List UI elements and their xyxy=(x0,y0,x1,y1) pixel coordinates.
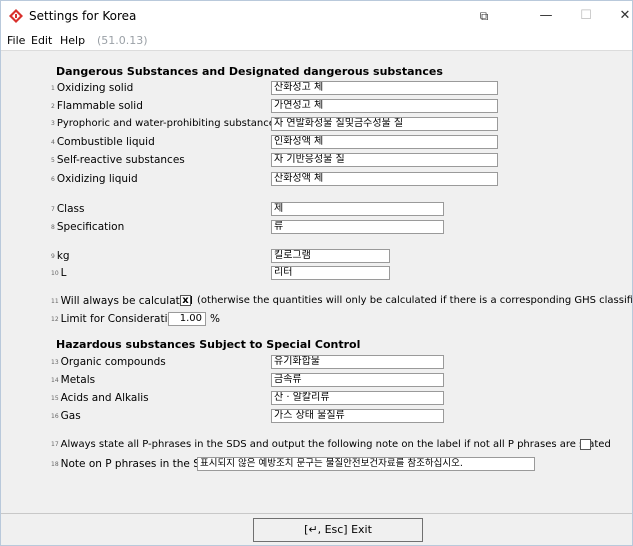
oxidizing-liquid-field[interactable]: 산화성액 체 xyxy=(271,172,498,186)
hazardous-section-heading: Hazardous substances Subject to Special … xyxy=(56,338,361,351)
limit-field[interactable]: 1.00 xyxy=(168,312,206,326)
menu-file[interactable]: File xyxy=(7,34,25,47)
always-state-pphrases-checkbox[interactable] xyxy=(580,439,591,450)
row-label-self-reactive: 5 Self-reactive substances xyxy=(51,154,185,166)
exit-button[interactable]: [↵, Esc] Exit xyxy=(253,518,423,542)
menu-bar: File Edit Help (51.0.13) xyxy=(1,31,632,51)
row-label-organic-compounds: 13 Organic compounds xyxy=(51,356,166,368)
pphrase-note-field[interactable]: 표시되지 않은 예방조치 문구는 물질안전보건자료를 참조하십시오. xyxy=(197,457,535,471)
title-bar: Settings for Korea ⧉ — ☐ ✕ xyxy=(1,1,632,31)
limit-unit: % xyxy=(210,313,220,325)
organic-compounds-field[interactable]: 유기화합물 xyxy=(271,355,444,369)
specification-field[interactable]: 류 xyxy=(271,220,444,234)
window-title: Settings for Korea xyxy=(29,9,137,23)
row-label-pphrase-note: 18 Note on P phrases in the SDS xyxy=(51,458,215,470)
row-label-always-state-pphrases: 17 Always state all P-phrases in the SDS … xyxy=(51,439,611,450)
gas-field[interactable]: 가스 상태 물질류 xyxy=(271,409,444,423)
version-label: (51.0.13) xyxy=(97,34,148,47)
class-field[interactable]: 제 xyxy=(271,202,444,216)
metals-field[interactable]: 금속류 xyxy=(271,373,444,387)
menu-edit[interactable]: Edit xyxy=(31,34,52,47)
oxidizing-solid-field[interactable]: 산화성고 체 xyxy=(271,81,498,95)
row-label-gas: 16 Gas xyxy=(51,410,81,422)
l-field[interactable]: 리터 xyxy=(271,266,390,280)
row-label-l: 10 L xyxy=(51,267,67,279)
row-label-acids-alkalis: 15 Acids and Alkalis xyxy=(51,392,149,404)
row-label-pyrophoric: 3 Pyrophoric and water-prohibiting substa… xyxy=(51,118,281,129)
row-label-combustible-liquid: 4 Combustible liquid xyxy=(51,136,155,148)
close-button[interactable]: ✕ xyxy=(612,5,632,27)
always-calculated-checkbox[interactable]: x xyxy=(180,295,191,306)
self-reactive-field[interactable]: 자 기반응성물 질 xyxy=(271,153,498,167)
row-label-kg: 9 kg xyxy=(51,250,70,262)
restore-window-icon[interactable]: ⧉ xyxy=(471,5,497,27)
pyrophoric-field[interactable]: 자 연발화성물 질및금수성물 질 xyxy=(271,117,498,131)
minimize-button[interactable]: — xyxy=(533,5,559,27)
row-label-always-calculated: 11 Will always be calculated xyxy=(51,295,193,307)
always-calculated-note: (otherwise the quantities will only be c… xyxy=(197,295,633,306)
settings-window: Settings for Korea ⧉ — ☐ ✕ File Edit Hel… xyxy=(0,0,633,546)
app-diamond-icon xyxy=(9,9,23,23)
acids-alkalis-field[interactable]: 산 · 알칼리류 xyxy=(271,391,444,405)
row-label-oxidizing-solid: 1 Oxidizing solid xyxy=(51,82,134,94)
maximize-button[interactable]: ☐ xyxy=(573,5,599,27)
row-label-flammable-solid: 2 Flammable solid xyxy=(51,100,143,112)
row-label-oxidizing-liquid: 6 Oxidizing liquid xyxy=(51,173,138,185)
combustible-liquid-field[interactable]: 인화성액 체 xyxy=(271,135,498,149)
dangerous-section-heading: Dangerous Substances and Designated dang… xyxy=(56,65,443,78)
row-label-class: 7 Class xyxy=(51,203,85,215)
kg-field[interactable]: 킬로그램 xyxy=(271,249,390,263)
flammable-solid-field[interactable]: 가연성고 체 xyxy=(271,99,498,113)
row-label-limit: 12 Limit for Consideration xyxy=(51,313,181,325)
menu-help[interactable]: Help xyxy=(60,34,85,47)
row-label-specification: 8 Specification xyxy=(51,221,125,233)
row-label-metals: 14 Metals xyxy=(51,374,96,386)
